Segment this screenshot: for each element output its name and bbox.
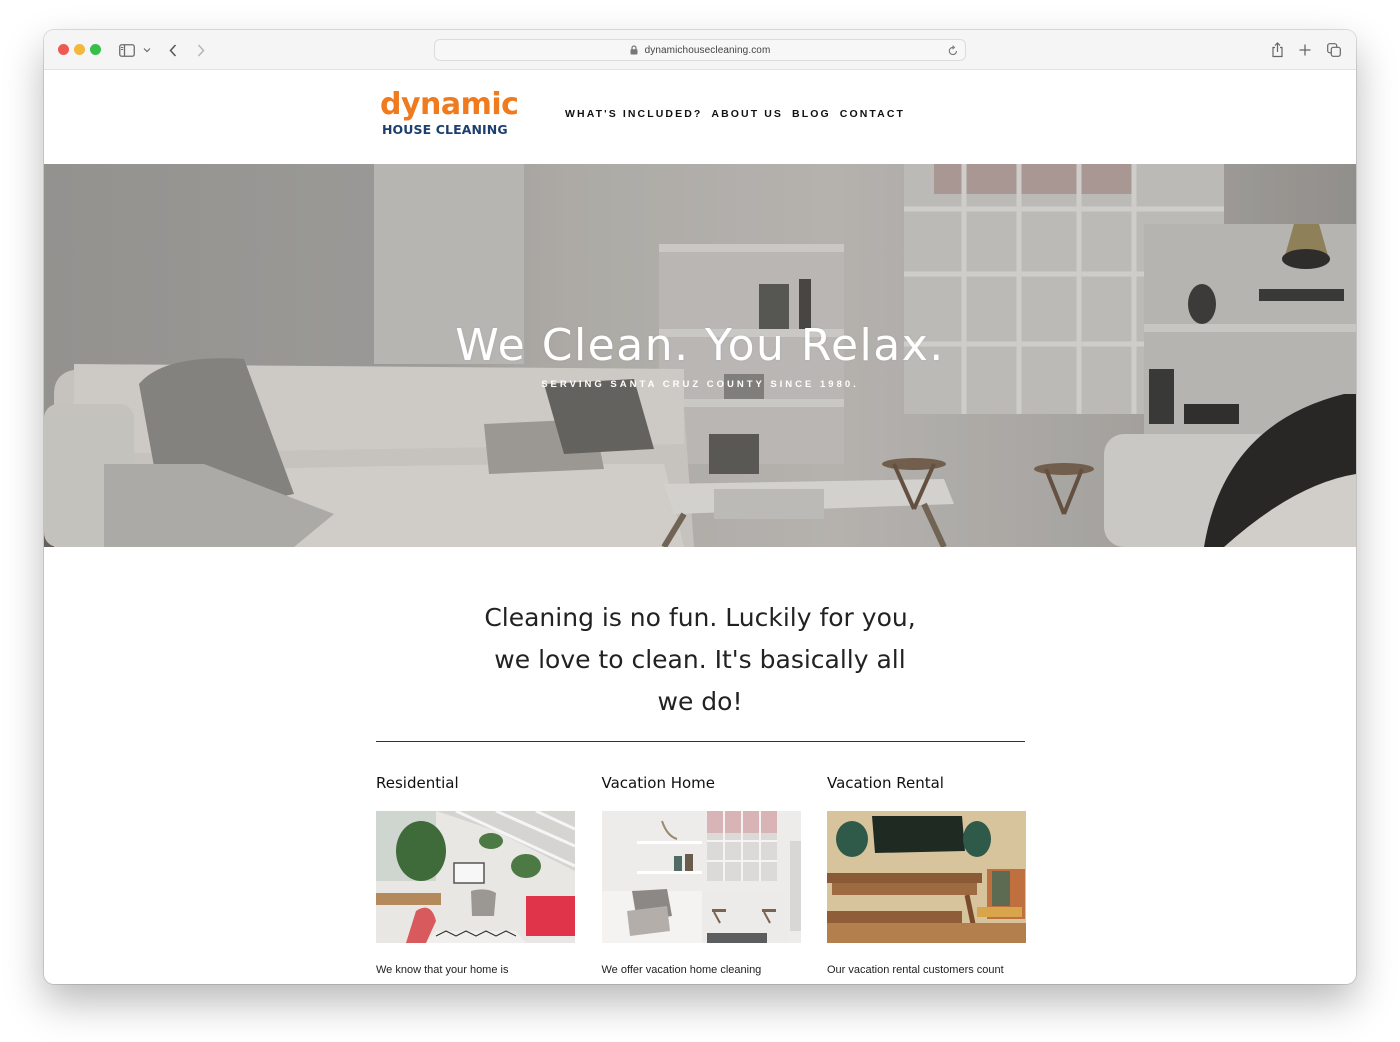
site-header: dynamic HOUSE CLEANING WHAT'S INCLUDED? … [44,70,1356,164]
services-grid: Residential We know that your home is Va… [376,774,1026,976]
site-logo[interactable]: dynamic HOUSE CLEANING [380,90,520,142]
chevron-left-icon[interactable] [166,40,180,60]
nav-whats-included[interactable]: WHAT'S INCLUDED? [565,108,702,120]
hero-banner: We Clean. You Relax. SERVING SANTA CRUZ … [44,164,1356,547]
chevron-right-icon[interactable] [194,40,208,60]
browser-toolbar: dynamichousecleaning.com [44,30,1356,70]
intro-line: we do! [657,687,743,716]
nav-about-us[interactable]: ABOUT US [711,108,783,120]
lock-icon [630,44,640,56]
service-description: Our vacation rental customers count [827,964,1004,976]
service-description: We know that your home is [376,964,509,976]
intro-line: we love to clean. It's basically all [494,645,906,674]
home-office-photo[interactable] [376,811,575,943]
main-nav: WHAT'S INCLUDED? ABOUT US BLOG CONTACT [565,108,914,120]
sidebar-icon[interactable] [118,40,136,60]
share-icon[interactable] [1270,40,1284,60]
service-title: Residential [376,774,459,792]
service-title: Vacation Rental [827,774,944,792]
service-card-vacation-home: Vacation Home We offer vacation home cle… [601,774,801,976]
tabs-overview-icon[interactable] [1326,40,1342,60]
address-bar[interactable]: dynamichousecleaning.com [434,39,966,61]
chevron-down-icon[interactable] [142,40,152,60]
section-divider [376,741,1025,742]
nav-contact[interactable]: CONTACT [840,108,905,120]
logo-tagline: HOUSE CLEANING [382,122,508,137]
service-card-residential: Residential We know that your home is [376,774,575,976]
minimize-window-button[interactable] [74,44,85,55]
hero-title: We Clean. You Relax. [455,320,945,371]
browser-window: dynamichousecleaning.com dynamic HOUSE C… [44,30,1356,984]
plus-icon[interactable] [1298,40,1312,60]
intro-line: Cleaning is no fun. Luckily for you, [484,603,916,632]
service-title: Vacation Home [601,774,716,792]
reload-icon[interactable] [947,44,959,56]
close-window-button[interactable] [58,44,69,55]
zoom-window-button[interactable] [90,44,101,55]
logo-wordmark: dynamic [380,87,519,122]
hero-subtitle: SERVING SANTA CRUZ COUNTY SINCE 1980. [541,379,859,390]
dining-room-photo[interactable] [827,811,1026,943]
white-living-room-photo[interactable] [601,811,801,943]
service-description: We offer vacation home cleaning [601,964,762,976]
service-card-vacation-rental: Vacation Rental Our vacation rental cust… [827,774,1026,976]
intro-text: Cleaning is no fun. Luckily for you, we … [44,597,1356,723]
url-text: dynamichousecleaning.com [644,44,771,56]
nav-blog[interactable]: BLOG [792,108,831,120]
